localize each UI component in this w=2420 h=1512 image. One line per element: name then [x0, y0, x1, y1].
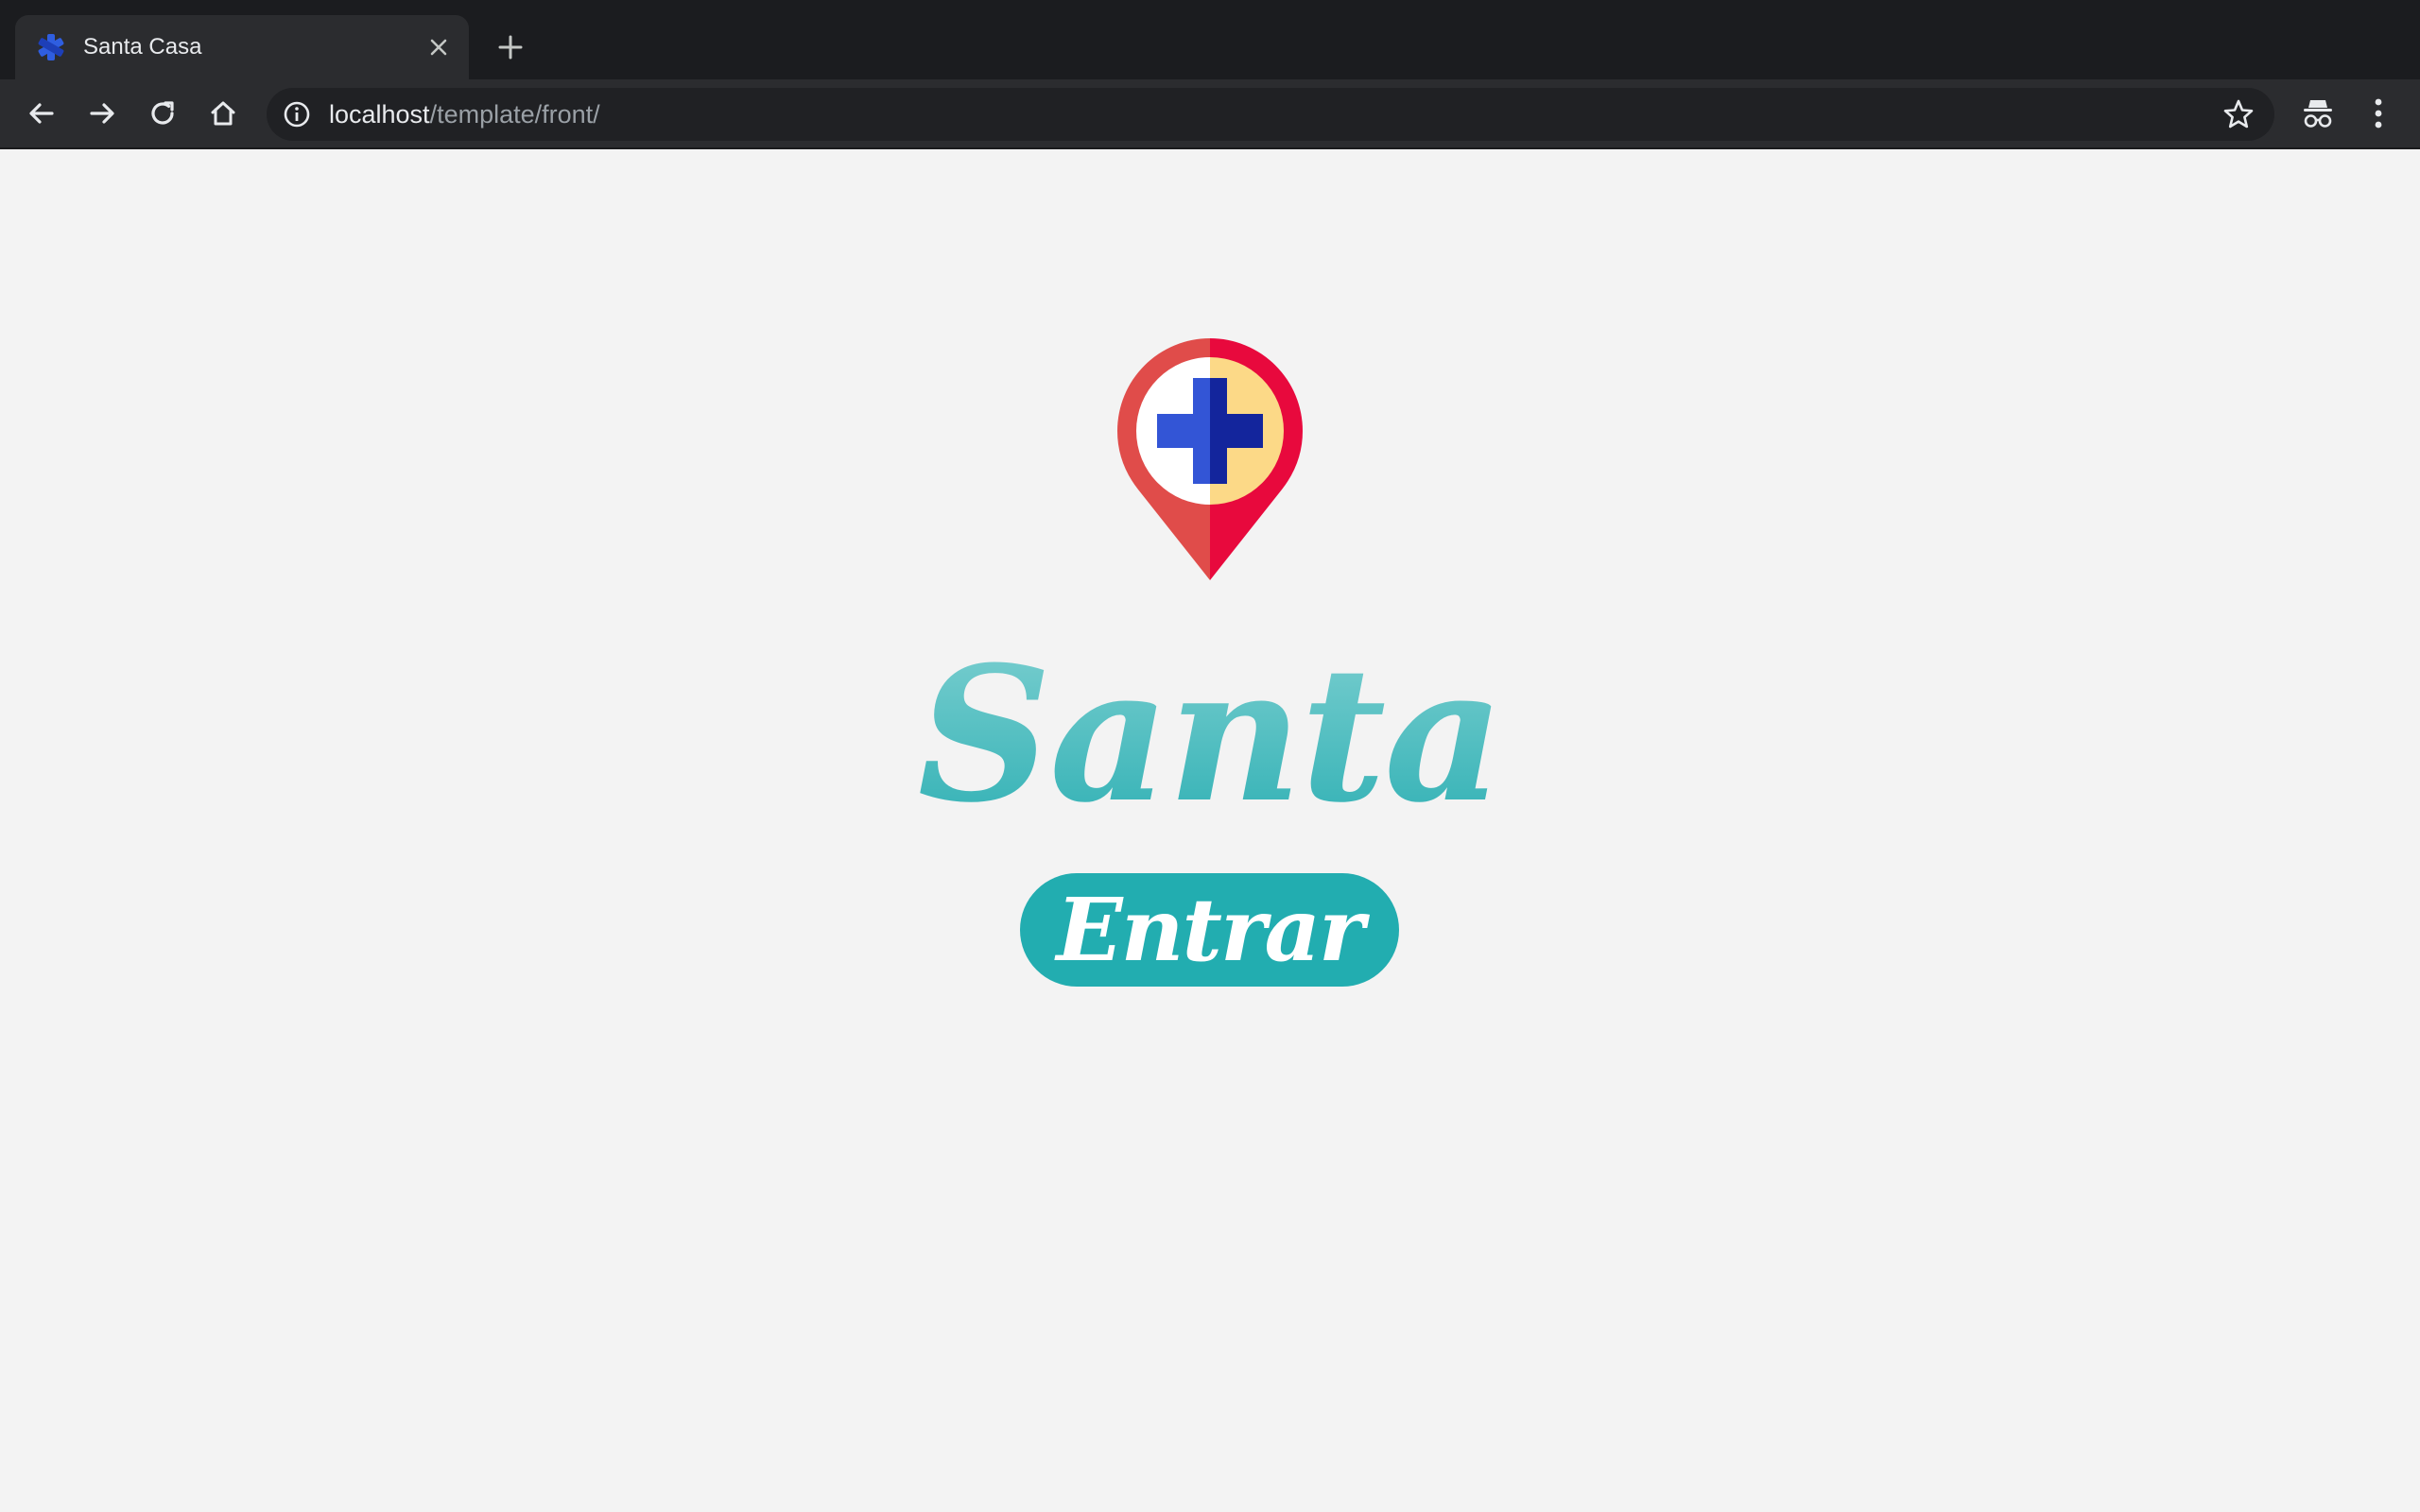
close-icon	[430, 39, 447, 56]
url-text[interactable]: localhost/template/front/	[329, 100, 600, 129]
browser-tab[interactable]: Santa Casa	[15, 15, 469, 79]
star-outline-icon[interactable]	[2221, 97, 2256, 131]
brand-title: Santa Casa	[737, 631, 1683, 1047]
reload-icon	[151, 101, 174, 125]
plus-icon	[498, 35, 523, 60]
arrow-right-icon	[90, 103, 114, 124]
address-bar[interactable]: localhost/template/front/	[267, 88, 2274, 141]
page-viewport: Santa Casa Entrar	[0, 149, 2420, 1512]
home-icon	[211, 101, 235, 126]
forward-button[interactable]	[81, 93, 123, 134]
url-path: /template/front/	[429, 100, 600, 129]
tab-title: Santa Casa	[83, 34, 202, 60]
incognito-icon[interactable]	[2299, 94, 2337, 132]
medical-star-icon	[38, 34, 64, 60]
home-button[interactable]	[202, 93, 244, 134]
arrow-left-icon	[29, 103, 54, 124]
map-pin-medical-cross-icon	[1117, 338, 1303, 580]
enter-button-label: Entrar	[1056, 879, 1364, 981]
url-host: localhost	[329, 100, 430, 129]
tab-strip: Santa Casa	[0, 0, 2420, 79]
reload-button[interactable]	[142, 93, 183, 134]
kebab-menu-icon[interactable]	[2360, 93, 2397, 134]
new-tab-button[interactable]	[492, 28, 529, 66]
back-button[interactable]	[21, 93, 62, 134]
enter-button[interactable]: Entrar	[1020, 873, 1399, 987]
browser-toolbar: localhost/template/front/	[0, 79, 2420, 149]
info-icon[interactable]	[282, 99, 312, 129]
tab-close-button[interactable]	[424, 32, 454, 62]
